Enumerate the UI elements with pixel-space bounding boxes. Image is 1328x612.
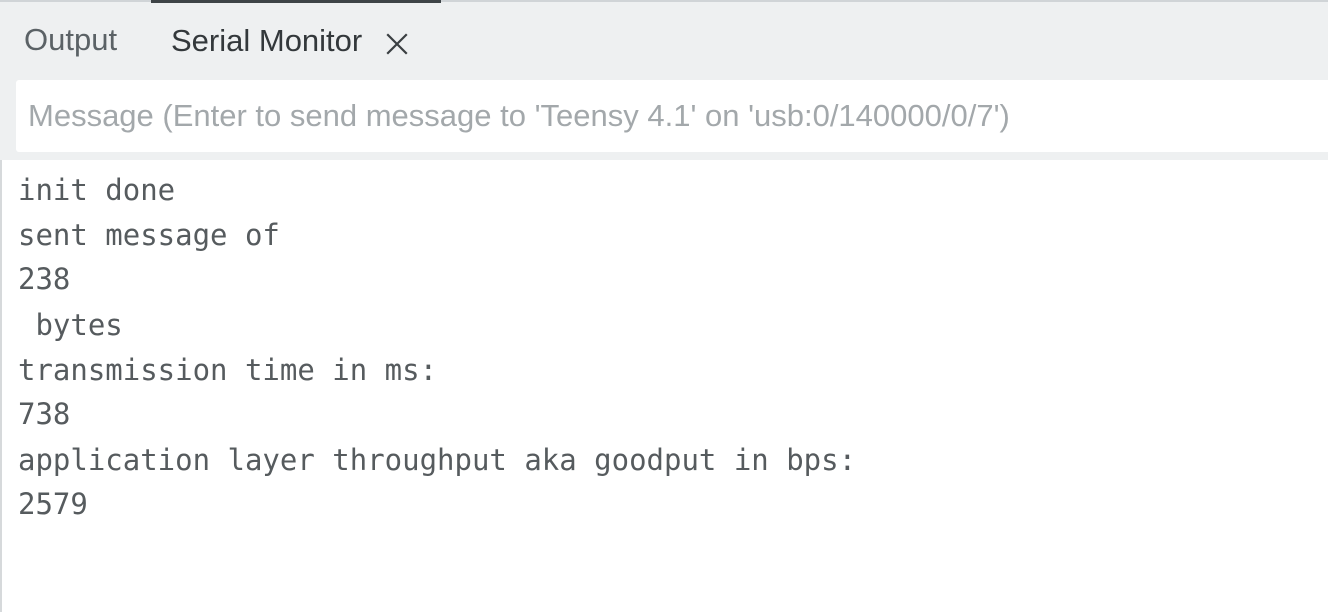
log-line: bytes (18, 308, 123, 342)
tab-output-label: Output (24, 22, 118, 57)
serial-output[interactable]: init done sent message of 238 bytes tran… (0, 160, 1328, 612)
log-line: application layer throughput aka goodput… (18, 443, 857, 477)
log-line: init done (18, 173, 176, 207)
log-line: 738 (18, 397, 71, 431)
serial-monitor-panel: Output Serial Monitor init done sent mes… (0, 0, 1328, 612)
message-bar (0, 80, 1328, 160)
log-line: 2579 (18, 487, 88, 521)
tab-serial-monitor-label: Serial Monitor (171, 22, 363, 58)
tab-serial-monitor[interactable]: Serial Monitor (151, 0, 441, 82)
message-input[interactable] (16, 80, 1328, 152)
log-line: sent message of (18, 218, 280, 252)
log-line: transmission time in ms: (18, 353, 438, 387)
close-icon[interactable] (382, 29, 412, 59)
tab-output[interactable]: Output (0, 0, 150, 82)
log-line: 238 (18, 262, 71, 296)
tab-bar: Output Serial Monitor (0, 0, 1328, 80)
